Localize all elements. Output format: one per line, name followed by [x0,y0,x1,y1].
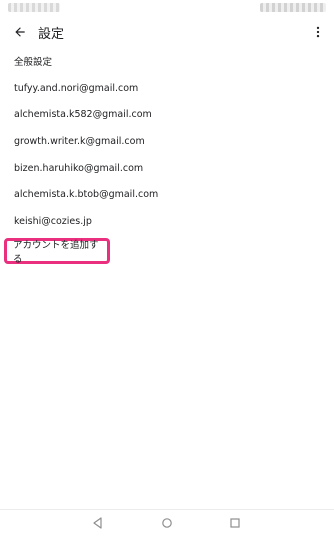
page-title: 設定 [38,27,65,42]
app-bar: 設定 [0,18,334,46]
account-item[interactable]: alchemista.k.btob@gmail.com [0,181,334,208]
status-bar-left-blurred [8,3,60,12]
add-account-button[interactable]: アカウントを追加する [4,238,110,265]
more-options-button[interactable] [308,20,328,44]
status-bar-right-blurred [260,3,326,12]
general-settings-item[interactable]: 全般設定 [0,48,334,75]
status-bar [0,0,334,18]
nav-recent-square-icon[interactable] [227,515,243,531]
system-nav-bar [0,509,334,536]
nav-back-triangle-icon[interactable] [90,515,106,531]
nav-home-circle-icon[interactable] [159,515,175,531]
account-item[interactable]: tufyy.and.nori@gmail.com [0,75,334,102]
account-item[interactable]: keishi@cozies.jp [0,208,334,235]
more-vert-icon [316,26,320,38]
arrow-left-icon [15,27,25,37]
account-item[interactable]: bizen.haruhiko@gmail.com [0,155,334,182]
account-item[interactable]: growth.writer.k@gmail.com [0,128,334,155]
back-button[interactable] [6,20,34,44]
account-item[interactable]: alchemista.k582@gmail.com [0,101,334,128]
settings-list: 全般設定 tufyy.and.nori@gmail.com alchemista… [0,48,334,235]
